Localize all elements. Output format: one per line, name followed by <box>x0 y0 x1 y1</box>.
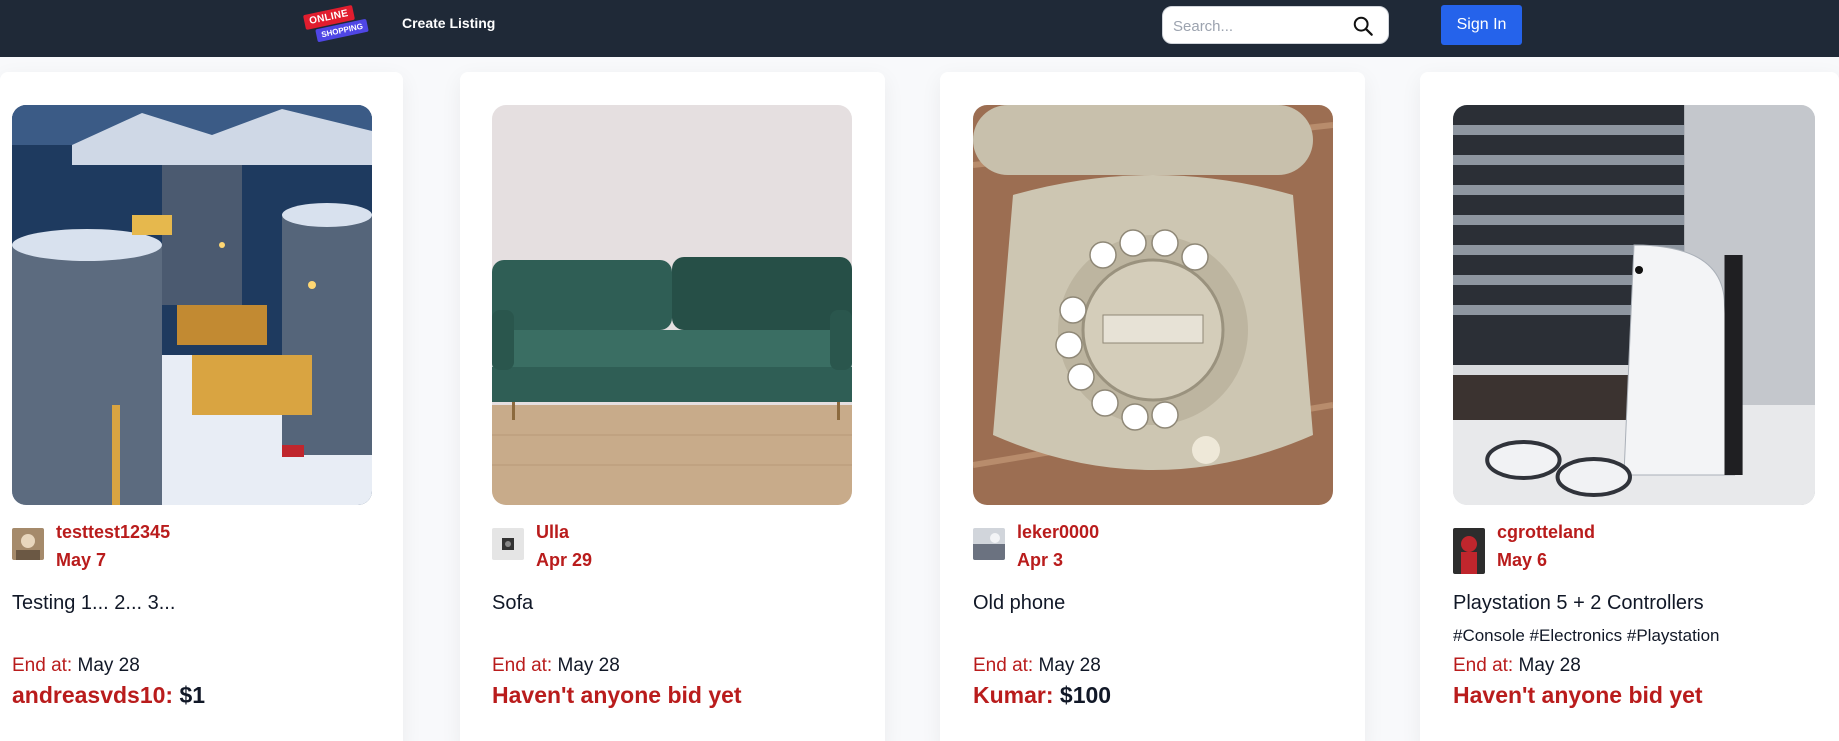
avatar[interactable] <box>492 528 524 560</box>
bid-label: Haven't anyone bid yet <box>1453 682 1703 708</box>
seller-name[interactable]: testtest12345 <box>56 522 170 543</box>
listing-card[interactable]: testtest12345 May 7 Testing 1... 2... 3.… <box>0 72 403 741</box>
end-date-row: End at: May 28 <box>12 655 140 677</box>
listing-card[interactable]: Ulla Apr 29 Sofa End at: May 28 Haven't … <box>460 72 885 741</box>
bid-amount: $1 <box>179 682 206 708</box>
listing-date: Apr 3 <box>1017 550 1064 570</box>
search-input[interactable] <box>1173 15 1348 37</box>
search-bar[interactable] <box>1162 6 1389 44</box>
avatar[interactable] <box>12 528 44 560</box>
rotary-phone-image[interactable] <box>973 105 1333 505</box>
listing-tags[interactable]: #Console #Electronics #Playstation <box>1453 626 1719 646</box>
listing-title[interactable]: Sofa <box>492 592 533 615</box>
seller-name[interactable]: leker0000 <box>1017 522 1099 543</box>
listing-title[interactable]: Testing 1... 2... 3... <box>12 592 175 615</box>
navbar: ONLINE SHOPPING Create Listing Sign In <box>0 0 1839 57</box>
end-label: End at: <box>492 655 553 676</box>
avatar[interactable] <box>973 528 1005 560</box>
green-sofa-image[interactable] <box>492 105 852 505</box>
industrial-plant-snow-image[interactable] <box>12 105 372 505</box>
end-value: May 28 <box>1038 655 1101 676</box>
seller-name[interactable]: Ulla <box>536 522 569 543</box>
bid-label: andreasvds10: <box>12 682 174 708</box>
end-value: May 28 <box>1518 655 1581 676</box>
bid-row: Haven't anyone bid yet <box>1453 682 1703 709</box>
listing-date: May 7 <box>56 550 107 570</box>
site-logo[interactable]: ONLINE SHOPPING <box>302 5 370 46</box>
end-date-row: End at: May 28 <box>1453 655 1581 677</box>
listing-title[interactable]: Playstation 5 + 2 Controllers <box>1453 592 1704 615</box>
listing-title[interactable]: Old phone <box>973 592 1065 615</box>
listing-date: May 6 <box>1497 550 1548 570</box>
playstation-image[interactable] <box>1453 105 1815 505</box>
bid-label: Haven't anyone bid yet <box>492 682 742 708</box>
seller-name[interactable]: cgrotteland <box>1497 522 1595 543</box>
end-date-row: End at: May 28 <box>973 655 1101 677</box>
create-listing-link[interactable]: Create Listing <box>402 15 495 31</box>
avatar[interactable] <box>1453 528 1485 574</box>
bid-row: Haven't anyone bid yet <box>492 682 742 709</box>
search-icon[interactable] <box>1352 15 1374 37</box>
end-label: End at: <box>1453 655 1514 676</box>
sign-in-button[interactable]: Sign In <box>1441 5 1522 45</box>
bid-row: andreasvds10: $1 <box>12 682 205 709</box>
bid-label: Kumar: <box>973 682 1054 708</box>
end-value: May 28 <box>557 655 620 676</box>
end-date-row: End at: May 28 <box>492 655 620 677</box>
end-value: May 28 <box>77 655 140 676</box>
listing-card[interactable]: leker0000 Apr 3 Old phone End at: May 28… <box>940 72 1365 741</box>
listing-card[interactable]: cgrotteland May 6 Playstation 5 + 2 Cont… <box>1420 72 1839 741</box>
end-label: End at: <box>12 655 73 676</box>
end-label: End at: <box>973 655 1034 676</box>
listing-date: Apr 29 <box>536 550 593 570</box>
bid-amount: $100 <box>1059 682 1112 708</box>
bid-row: Kumar: $100 <box>973 682 1111 709</box>
